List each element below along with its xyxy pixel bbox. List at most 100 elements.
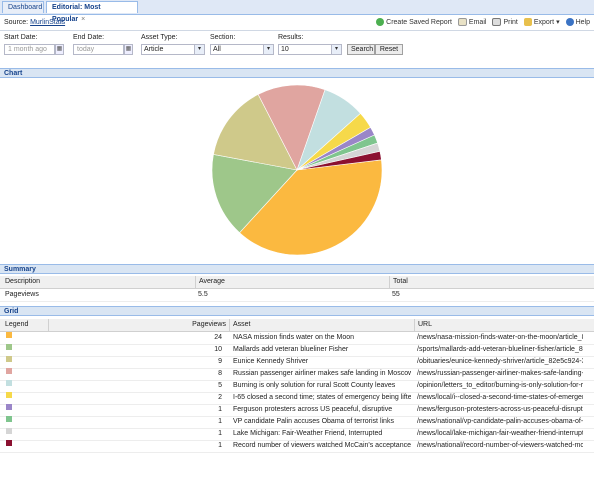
legend-swatch	[6, 428, 12, 434]
pageviews-cell: 5	[218, 382, 222, 389]
pageviews-cell: 1	[218, 406, 222, 413]
tab-bar: Dashboard Editorial: Most Popular ×	[0, 0, 594, 23]
pageviews-cell: 10	[214, 346, 222, 353]
reset-button[interactable]: Reset	[375, 44, 403, 55]
filter-bar: Start Date: 1 month ago ▦ End Date: toda…	[0, 31, 594, 63]
url-cell: /news/nasa-mission-finds-water-on-the-mo…	[417, 334, 583, 341]
tab-dashboard[interactable]: Dashboard	[2, 1, 44, 13]
legend-swatch	[6, 368, 12, 374]
asset-cell: Burning is only solution for rural Scott…	[233, 382, 396, 389]
asset-cell: VP candidate Palin accuses Obama of terr…	[233, 418, 394, 425]
chevron-down-icon: ▾	[263, 45, 273, 54]
url-cell: /obituaries/eunice-kennedy-shriver/artic…	[417, 358, 583, 365]
table-row[interactable]: 1 Record number of viewers watched McCain…	[0, 440, 594, 453]
source-label: Source:	[4, 19, 29, 26]
asset-cell: I-65 closed a second time; states of eme…	[233, 394, 411, 401]
grid-header-row: Legend Pageviews Asset URL	[0, 319, 594, 332]
action-label: Export	[533, 18, 555, 26]
legend-swatch	[6, 440, 12, 446]
column-header[interactable]: Average	[195, 276, 389, 288]
pageviews-cell: 9	[218, 358, 222, 365]
asset-cell: Lake Michigan: Fair-Weather Friend, Inte…	[233, 430, 383, 437]
url-cell: /news/ferguson-protesters-across-us-peac…	[417, 406, 583, 413]
action-label: Help	[575, 18, 590, 26]
end-date-input[interactable]: today	[73, 44, 124, 55]
print-button[interactable]: Print	[492, 18, 518, 26]
legend-swatch	[6, 416, 12, 422]
section-select[interactable]: All ▾	[210, 44, 274, 55]
legend-swatch	[6, 392, 12, 398]
start-date-input[interactable]: 1 month ago	[4, 44, 55, 55]
column-header[interactable]: Pageviews	[48, 319, 230, 331]
pie-chart	[211, 84, 383, 256]
url-cell: /news/local/i--closed-a-second-time-stat…	[417, 394, 583, 401]
end-date-label: End Date:	[73, 34, 105, 41]
column-header[interactable]: Legend	[0, 319, 48, 331]
asset-cell: Ferguson protesters across US peaceful, …	[233, 406, 393, 413]
results-select[interactable]: 10 ▾	[278, 44, 342, 55]
legend-swatch	[6, 356, 12, 362]
create-saved-report-button[interactable]: Create Saved Report	[376, 18, 452, 26]
section-label: Section:	[210, 34, 236, 41]
url-cell: /news/national/vp-candidate-palin-accuse…	[417, 418, 583, 425]
chart-panel-header[interactable]: Chart	[0, 68, 594, 78]
pageviews-cell: 2	[218, 394, 222, 401]
pageviews-cell: 1	[218, 430, 222, 437]
export-button[interactable]: Export ▾	[523, 18, 560, 26]
report-actions: Create Saved Report Email Print Export ▾ …	[376, 18, 590, 26]
chevron-down-icon: ▾	[556, 19, 560, 26]
results-value: 10	[281, 46, 289, 53]
column-header[interactable]: Description	[0, 276, 198, 288]
report-toolbar: Source: MurlinStats Create Saved Report …	[0, 15, 594, 31]
pageviews-cell: 1	[218, 418, 222, 425]
summary-panel-header[interactable]: Summary	[0, 264, 594, 274]
calendar-icon[interactable]: ▦	[124, 44, 133, 55]
url-cell: /sports/mallards-add-veteran-blueliner-f…	[417, 346, 583, 353]
search-button[interactable]: Search	[347, 44, 375, 55]
tab-editorial-most-popular[interactable]: Editorial: Most Popular ×	[46, 1, 138, 23]
legend-swatch	[6, 404, 12, 410]
source: Source: MurlinStats	[4, 19, 65, 26]
url-cell: /news/russian-passenger-airliner-makes-s…	[417, 370, 583, 377]
legend-swatch	[6, 344, 12, 350]
pageviews-cell: 1	[218, 442, 222, 449]
summary-description: Pageviews	[5, 291, 39, 298]
summary-average: 5.5	[198, 291, 208, 298]
asset-type-label: Asset Type:	[141, 34, 178, 41]
grid-panel-header[interactable]: Grid	[0, 306, 594, 316]
chevron-down-icon: ▾	[194, 45, 204, 54]
url-cell: /opinion/letters_to_editor/burning-is-on…	[417, 382, 583, 389]
printer-icon	[492, 18, 502, 26]
email-icon	[457, 18, 467, 26]
asset-cell: Mallards add veteran blueliner Fisher	[233, 346, 349, 353]
summary-header-row: Description Average Total	[0, 276, 594, 289]
add-icon	[376, 18, 385, 26]
action-label: Create Saved Report	[386, 18, 452, 26]
asset-cell: Record number of viewers watched McCain'…	[233, 442, 411, 449]
export-icon	[523, 18, 532, 26]
help-button[interactable]: Help	[565, 18, 590, 26]
url-cell: /news/local/lake-michigan-fair-weather-f…	[417, 430, 583, 437]
pageviews-cell: 8	[218, 370, 222, 377]
source-link[interactable]: MurlinStats	[30, 19, 65, 26]
section-value: All	[213, 46, 221, 53]
column-header[interactable]: Total	[389, 276, 583, 288]
asset-type-select[interactable]: Article ▾	[141, 44, 205, 55]
email-button[interactable]: Email	[457, 18, 487, 26]
start-date-label: Start Date:	[4, 34, 38, 41]
asset-cell: Russian passenger airliner makes safe la…	[233, 370, 411, 377]
pageviews-cell: 24	[214, 334, 222, 341]
asset-cell: NASA mission finds water on the Moon	[233, 334, 355, 341]
summary-total: 55	[392, 291, 400, 298]
calendar-icon[interactable]: ▦	[55, 44, 64, 55]
results-label: Results:	[278, 34, 304, 41]
chevron-down-icon: ▾	[331, 45, 341, 54]
legend-swatch	[6, 380, 12, 386]
legend-swatch	[6, 332, 12, 338]
column-header[interactable]: Asset	[229, 319, 415, 331]
column-header[interactable]: URL	[414, 319, 594, 331]
help-icon	[565, 18, 574, 26]
action-label: Email	[468, 18, 487, 26]
summary-row: Pageviews 5.5 55	[0, 289, 594, 302]
url-cell: /news/national/record-number-of-viewers-…	[417, 442, 583, 449]
